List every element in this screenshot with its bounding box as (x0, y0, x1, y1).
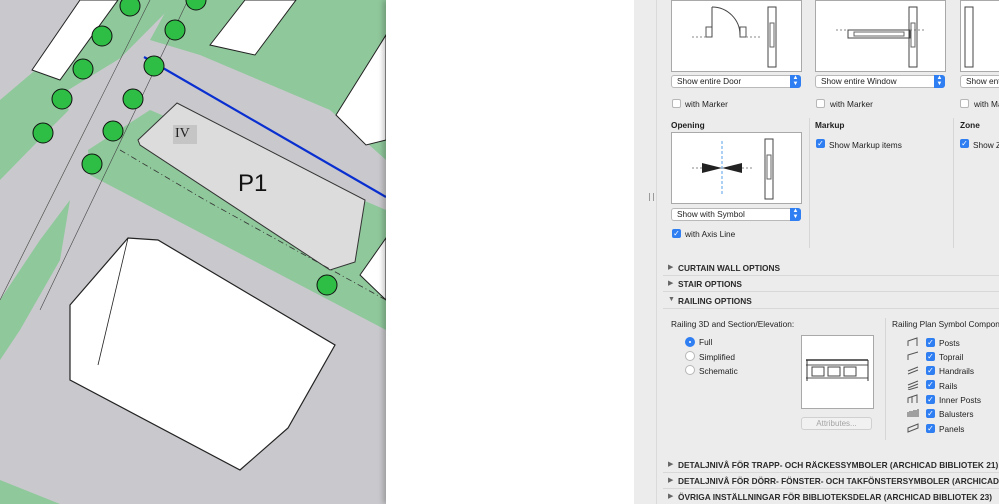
third-marker-checkbox[interactable] (960, 99, 969, 108)
radio-full-label: Full (699, 337, 713, 347)
balusters-label: Balusters (939, 409, 974, 419)
door-marker-checkbox[interactable] (672, 99, 681, 108)
balusters-checkbox[interactable]: ✓ (926, 409, 935, 418)
blank-canvas (386, 0, 634, 504)
posts-label: Posts (939, 338, 960, 348)
zone-show-label: Show Zone (973, 140, 999, 150)
handrails-checkbox[interactable]: ✓ (926, 366, 935, 375)
expand-arrow-icon: ▶ (668, 280, 674, 287)
post-icon (907, 337, 918, 346)
railing-mode-label: Railing 3D and Section/Elevation: (671, 319, 795, 329)
door-marker-label: with Marker (685, 99, 728, 109)
panels-label: Panels (939, 424, 965, 434)
section-stair[interactable]: ▶ STAIR OPTIONS (663, 277, 999, 292)
radio-schematic-label: Schematic (699, 366, 738, 376)
radio-simplified[interactable] (685, 351, 695, 361)
toprail-label: Toprail (939, 352, 964, 362)
opening-display-select[interactable]: Show with Symbol ▲ ▼ (671, 208, 801, 221)
markup-show-label: Show Markup items (829, 140, 902, 150)
door-display-select[interactable]: Show entire Door ▲ ▼ (671, 75, 801, 88)
expand-arrow-icon: ▶ (668, 477, 674, 484)
handrail-icon (907, 366, 919, 375)
expand-arrow-icon: ▶ (668, 493, 674, 500)
radio-full[interactable] (685, 337, 695, 347)
third-preview (960, 0, 999, 72)
opening-axis-checkbox[interactable]: ✓ (672, 229, 681, 238)
handrails-label: Handrails (939, 366, 975, 376)
collapse-arrow-icon: ▼ (668, 296, 675, 303)
section-other[interactable]: ▶ ÖVRIGA INSTÄLLNINGAR FÖR BIBLIOTEKSDELA… (663, 490, 999, 504)
settings-panel: Show entire Door ▲ ▼ with Marker Show enti… (634, 0, 999, 504)
toprail-icon (907, 351, 919, 360)
toprail-checkbox[interactable]: ✓ (926, 352, 935, 361)
opening-preview (671, 132, 802, 204)
rails-label: Rails (939, 381, 958, 391)
green-corner (0, 480, 60, 504)
panel-splitter[interactable] (634, 0, 657, 504)
expand-arrow-icon: ▶ (668, 461, 674, 468)
floor-label: IV (175, 126, 190, 141)
panels-checkbox[interactable]: ✓ (926, 424, 935, 433)
zone-show-checkbox[interactable]: ✓ (960, 139, 969, 148)
panel-icon (907, 423, 919, 433)
section-railing[interactable]: ▼ RAILING OPTIONS (663, 294, 999, 309)
green-strip-lower (0, 200, 70, 360)
radio-simplified-label: Simplified (699, 352, 735, 362)
third-marker-label: with Marker (974, 99, 999, 109)
site-plan-view[interactable]: IV P1 (0, 0, 386, 504)
window-marker-checkbox[interactable] (816, 99, 825, 108)
section-detail-door[interactable]: ▶ DETALJNIVÅ FÖR DÖRR- FÖNSTER- OCH TAKFÖ… (663, 474, 999, 489)
inner-posts-label: Inner Posts (939, 395, 981, 405)
inner-post-icon (907, 394, 918, 403)
inner-posts-checkbox[interactable]: ✓ (926, 395, 935, 404)
opening-title: Opening (671, 120, 705, 130)
rail-icon (907, 380, 919, 390)
rails-checkbox[interactable]: ✓ (926, 380, 935, 389)
attributes-button[interactable]: Attributes... (801, 417, 872, 430)
baluster-icon (907, 409, 919, 417)
radio-schematic[interactable] (685, 365, 695, 375)
section-curtain-wall[interactable]: ▶ CURTAIN WALL OPTIONS (663, 261, 999, 276)
window-marker-label: with Marker (830, 99, 873, 109)
plot-label: P1 (238, 170, 268, 197)
markup-show-checkbox[interactable]: ✓ (816, 139, 825, 148)
railing-preview (801, 335, 874, 409)
section-detail-stair[interactable]: ▶ DETALJNIVÅ FÖR TRAPP- OCH RÄCKESSYMBOLE… (663, 458, 999, 473)
site-plan-canvas (0, 0, 386, 504)
posts-checkbox[interactable]: ✓ (926, 338, 935, 347)
expand-arrow-icon: ▶ (668, 264, 674, 271)
markup-title: Markup (815, 120, 845, 130)
door-preview (671, 0, 802, 72)
window-preview (815, 0, 946, 72)
zone-title: Zone (960, 120, 980, 130)
third-display-select[interactable]: Show entire (960, 75, 999, 88)
window-display-select[interactable]: Show entire Window ▲ ▼ (815, 75, 945, 88)
opening-axis-label: with Axis Line (685, 229, 736, 239)
railing-plan-label: Railing Plan Symbol Components: (892, 319, 999, 329)
